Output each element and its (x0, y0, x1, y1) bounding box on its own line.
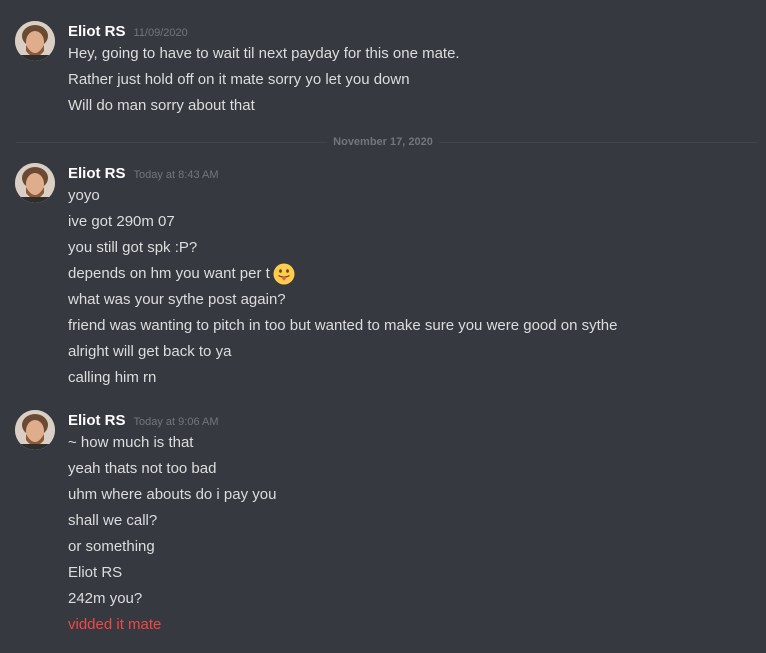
timestamp[interactable]: Today at 8:43 AM (134, 164, 219, 186)
avatar[interactable] (15, 163, 55, 203)
message-header: Eliot RS Today at 8:43 AM (68, 163, 219, 185)
username[interactable]: Eliot RS (68, 410, 126, 432)
message: Will do man sorry about that (68, 97, 255, 114)
message: shall we call? (68, 512, 158, 529)
message: friend was wanting to pitch in too but w… (68, 317, 618, 334)
timestamp[interactable]: 11/09/2020 (134, 22, 188, 44)
message: Hey, going to have to wait til next payd… (68, 45, 460, 62)
message: alright will get back to ya (68, 343, 232, 360)
username[interactable]: Eliot RS (68, 21, 126, 43)
message: yeah thats not too bad (68, 460, 217, 477)
date-divider-label: November 17, 2020 (327, 136, 439, 148)
message: you still got spk :P? (68, 239, 198, 256)
message-header: Eliot RS Today at 9:06 AM (68, 410, 219, 432)
username[interactable]: Eliot RS (68, 163, 126, 185)
message: ive got 290m 07 (68, 213, 175, 230)
message: uhm where abouts do i pay you (68, 486, 277, 503)
message: or something (68, 538, 155, 555)
user-avatar-icon (15, 163, 55, 203)
user-avatar-icon (15, 410, 55, 450)
message-header: Eliot RS 11/09/2020 (68, 21, 188, 43)
avatar[interactable] (15, 21, 55, 61)
message: what was your sythe post again? (68, 291, 286, 308)
message-highlighted: vidded it mate (68, 616, 162, 633)
message: Rather just hold off on it mate sorry yo… (68, 71, 410, 88)
message: depends on hm you want per t (68, 263, 295, 285)
message-text: depends on hm you want per t (68, 265, 270, 282)
tongue-out-emoji-icon[interactable] (273, 263, 295, 285)
message: calling him rn (68, 369, 157, 386)
message: Eliot RS (68, 564, 123, 581)
message: ~ how much is that (68, 434, 194, 451)
message: yoyo (68, 187, 100, 204)
date-divider: November 17, 2020 (0, 135, 766, 149)
timestamp[interactable]: Today at 9:06 AM (134, 411, 219, 433)
message: 242m you? (68, 590, 143, 607)
user-avatar-icon (15, 21, 55, 61)
avatar[interactable] (15, 410, 55, 450)
